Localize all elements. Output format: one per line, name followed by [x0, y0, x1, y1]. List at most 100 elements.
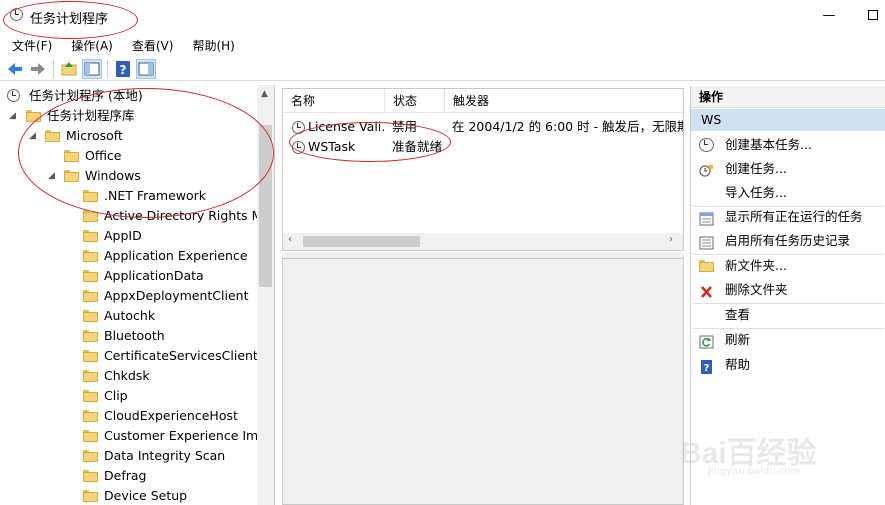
tree-node-label: Chkdsk	[104, 368, 150, 383]
tree-node-folder[interactable]: Autochk	[0, 306, 257, 326]
tree-node-folder[interactable]: Device Setup	[0, 486, 257, 505]
action-label: 删除文件夹	[725, 282, 788, 297]
menu-bar: 文件(F) 操作(A) 查看(V) 帮助(H)	[0, 34, 885, 54]
folder-icon	[83, 430, 98, 442]
minimize-button[interactable]: —	[818, 6, 840, 26]
folder-icon	[83, 290, 98, 302]
up-folder-icon	[61, 62, 77, 76]
refresh-icon	[699, 333, 714, 349]
scroll-thumb[interactable]	[303, 236, 420, 247]
tree-node-folder[interactable]: CertificateServicesClient	[0, 346, 258, 366]
tree-node-folder[interactable]: Clip	[0, 386, 257, 406]
tree-node-label: Device Setup	[104, 488, 188, 503]
maximize-button[interactable]	[862, 6, 884, 26]
actions-header: 操作	[691, 86, 885, 108]
tree-node-label: Autochk	[104, 308, 156, 323]
action-label: 创建任务...	[725, 161, 787, 176]
actions-selected-item-header[interactable]: WS	[691, 109, 885, 131]
svg-text:?: ?	[120, 63, 127, 77]
action-label: 刷新	[725, 332, 751, 347]
create-basic-task-icon	[699, 138, 714, 152]
column-header-name[interactable]: 名称	[283, 89, 385, 113]
folder-icon	[83, 450, 98, 462]
annotation-ellipse-title	[3, 1, 138, 39]
tree-node-folder[interactable]: Defrag	[0, 466, 257, 486]
action-label: 新文件夹...	[725, 258, 787, 273]
expanded-chevron-icon[interactable]: ◢	[9, 106, 16, 126]
back-button[interactable]	[5, 59, 25, 79]
maximize-icon	[868, 10, 878, 20]
action-refresh[interactable]: 刷新	[691, 328, 885, 352]
column-header-status[interactable]: 状态	[385, 89, 445, 113]
tree-node-label: AppxDeploymentClient	[104, 288, 249, 303]
action-delete-folder[interactable]: 删除文件夹	[691, 278, 885, 302]
tree-node-folder[interactable]: Bluetooth	[0, 326, 257, 346]
running-tasks-icon	[699, 210, 714, 226]
folder-icon	[83, 270, 98, 282]
action-pane-icon	[138, 62, 154, 76]
action-display-running-tasks[interactable]: 显示所有正在运行的任务	[691, 205, 885, 229]
toolbar: ?	[0, 57, 885, 81]
toolbar-divider	[107, 60, 108, 78]
tree-node-label: Application Experience	[104, 248, 248, 263]
scroll-right-arrow-icon[interactable]: ›	[669, 234, 673, 245]
forward-arrow-icon	[31, 63, 45, 75]
column-header-trigger[interactable]: 触发器	[445, 89, 683, 113]
watermark: Bai百经验 jingyan.baidu.com	[680, 428, 880, 488]
tree-node-label: CloudExperienceHost	[104, 408, 238, 423]
action-create-basic-task[interactable]: 创建基本任务...	[691, 133, 885, 157]
action-label: 启用所有任务历史记录	[725, 233, 851, 248]
folder-icon	[83, 370, 98, 382]
action-label: 创建基本任务...	[725, 137, 812, 152]
action-label: 显示所有正在运行的任务	[725, 209, 863, 224]
task-detail-pane	[282, 258, 684, 505]
show-hide-console-tree-button[interactable]	[82, 59, 102, 79]
folder-icon	[83, 310, 98, 322]
tree-node-folder[interactable]: CloudExperienceHost	[0, 406, 257, 426]
tree-node-label: Customer Experience Impr	[104, 428, 272, 443]
help-button[interactable]: ?	[113, 59, 133, 79]
tree-node-label: Clip	[104, 388, 128, 403]
help-icon: ?	[116, 61, 130, 77]
menu-view[interactable]: 查看(V)	[120, 34, 181, 54]
new-folder-icon	[699, 260, 714, 274]
tree-node-folder[interactable]: Customer Experience Impr	[0, 426, 271, 446]
minimize-icon: —	[822, 8, 836, 23]
svg-text:?: ?	[704, 363, 710, 374]
tree-node-folder[interactable]: Chkdsk	[0, 366, 257, 386]
scroll-up-arrow-icon[interactable]: ▲	[261, 89, 268, 99]
folder-icon	[83, 470, 98, 482]
action-enable-all-history[interactable]: 启用所有任务历史记录	[691, 229, 885, 253]
tree-node-label: ApplicationData	[104, 268, 204, 283]
menu-help[interactable]: 帮助(H)	[180, 34, 241, 54]
watermark-url: jingyan.baidu.com	[708, 466, 801, 477]
folder-icon	[83, 350, 98, 362]
action-import-task[interactable]: 导入任务...	[691, 181, 885, 205]
show-hide-action-pane-button[interactable]	[136, 59, 156, 79]
tree-node-folder[interactable]: ApplicationData	[0, 266, 257, 286]
tree-node-label: Data Integrity Scan	[104, 448, 226, 463]
action-new-folder[interactable]: 新文件夹...	[691, 254, 885, 278]
forward-button[interactable]	[28, 59, 48, 79]
task-list: 名称 状态 触发器 License Vali... 禁用 在 2004/1/2 …	[282, 88, 684, 251]
tree-node-label: AppID	[104, 228, 142, 243]
folder-icon	[83, 410, 98, 422]
task-list-horizontal-scrollbar[interactable]: ‹ ›	[283, 233, 683, 250]
tree-node-folder[interactable]: AppxDeploymentClient	[0, 286, 257, 306]
up-folder-button[interactable]	[59, 59, 79, 79]
toolbar-divider	[53, 60, 54, 78]
history-icon	[699, 234, 714, 250]
task-list-header: 名称 状态 触发器	[283, 89, 683, 113]
tree-node-folder[interactable]: Data Integrity Scan	[0, 446, 257, 466]
clock-icon	[7, 89, 20, 102]
help-icon: ?	[699, 358, 714, 374]
action-help[interactable]: ? 帮助	[691, 353, 885, 377]
action-create-task[interactable]: 创建任务...	[691, 157, 885, 181]
tree-node-folder[interactable]: AppID	[0, 226, 257, 246]
annotation-ellipse-wstask	[289, 122, 451, 162]
scroll-left-arrow-icon[interactable]: ‹	[288, 234, 292, 245]
action-label: 查看	[725, 307, 751, 322]
delete-icon	[699, 283, 714, 298]
action-view[interactable]: 查看	[691, 303, 885, 327]
tree-node-folder[interactable]: Application Experience	[0, 246, 257, 266]
